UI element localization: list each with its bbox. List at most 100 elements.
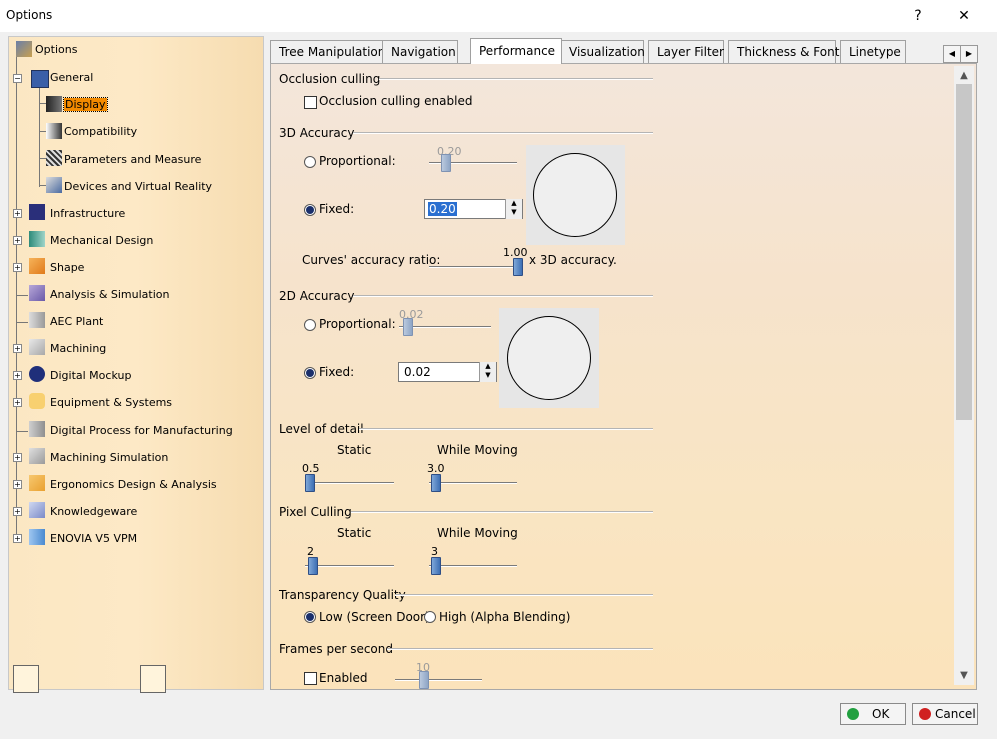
tree-item-compatibility[interactable]: Compatibility: [64, 125, 137, 138]
spinner-2d-fixed[interactable]: ▲ ▼: [479, 362, 496, 382]
label-curves-suffix: x 3D accuracy.: [529, 253, 617, 267]
tree-item-msim[interactable]: Machining Simulation: [50, 451, 168, 464]
slider-2d-proportional[interactable]: [403, 318, 413, 336]
group-2d-accuracy-title: 2D Accuracy: [279, 289, 355, 303]
options-tree-icon: [16, 41, 32, 57]
scroll-up-icon[interactable]: ▲: [954, 68, 974, 84]
tree-item-general[interactable]: General: [50, 71, 93, 84]
tree-item-parameters[interactable]: Parameters and Measure: [64, 153, 201, 166]
tree-item-options[interactable]: Options: [35, 43, 77, 56]
tree-item-knowledge[interactable]: Knowledgeware: [50, 505, 137, 518]
slider-curves-ratio[interactable]: [513, 258, 523, 276]
tree-item-process[interactable]: Digital Process for Manufacturing: [50, 424, 233, 437]
radio-2d-fixed[interactable]: [304, 367, 316, 379]
display-icon: [46, 96, 62, 112]
tab-navigation[interactable]: Navigation: [382, 40, 458, 63]
tree-item-equipment[interactable]: Equipment & Systems: [50, 396, 172, 409]
tree-item-enovia[interactable]: ENOVIA V5 VPM: [50, 532, 137, 545]
collapse-toggle-general[interactable]: −: [13, 74, 22, 83]
expand-toggle-mechanical[interactable]: +: [13, 236, 22, 245]
ok-button[interactable]: OK: [840, 703, 906, 725]
ok-check-icon: [847, 708, 859, 720]
slider-lod-moving[interactable]: [431, 474, 441, 492]
radio-3d-proportional[interactable]: [304, 156, 316, 168]
pixel-moving-label: While Moving: [437, 526, 518, 540]
group-pixel-title: Pixel Culling: [279, 505, 352, 519]
tab-layer-filter[interactable]: Layer Filter: [648, 40, 724, 63]
tab-scroll-right-icon[interactable]: ▶: [960, 45, 978, 63]
tree-item-analysis[interactable]: Analysis & Simulation: [50, 288, 170, 301]
slider-lod-static[interactable]: [305, 474, 315, 492]
close-button[interactable]: ✕: [944, 5, 984, 27]
tree-item-mockup[interactable]: Digital Mockup: [50, 369, 131, 382]
spinner-3d-fixed[interactable]: ▲ ▼: [505, 199, 522, 219]
input-3d-fixed[interactable]: 0.20 ▲ ▼: [424, 199, 523, 219]
tab-tree-manipulation[interactable]: Tree Manipulation: [270, 40, 385, 63]
tab-scroll-left-icon[interactable]: ◀: [943, 45, 961, 63]
panel-scroll-thumb[interactable]: [956, 84, 972, 420]
slider-fps[interactable]: [419, 671, 429, 689]
group-divider: [359, 428, 653, 430]
expand-toggle-shape[interactable]: +: [13, 263, 22, 272]
spin-down-icon[interactable]: ▼: [506, 208, 522, 217]
spin-down-icon[interactable]: ▼: [480, 371, 496, 380]
window-title: Options: [6, 8, 53, 22]
expand-toggle-mockup[interactable]: +: [13, 371, 22, 380]
radio-2d-proportional[interactable]: [304, 319, 316, 331]
occlusion-checkbox[interactable]: [304, 96, 317, 109]
cancel-x-icon: [919, 708, 931, 720]
preview-3d-circle: [533, 153, 617, 237]
slider-3d-proportional[interactable]: [441, 154, 451, 172]
tree-item-devices[interactable]: Devices and Virtual Reality: [64, 180, 212, 193]
expand-toggle-infrastructure[interactable]: +: [13, 209, 22, 218]
ergonomics-icon: [29, 475, 45, 491]
tab-performance[interactable]: Performance: [470, 38, 562, 64]
spin-up-icon[interactable]: ▲: [480, 362, 496, 371]
tree-item-mechanical[interactable]: Mechanical Design: [50, 234, 153, 247]
group-lod-title: Level of detail: [279, 422, 364, 436]
performance-panel: Occlusion culling Occlusion culling enab…: [270, 63, 977, 690]
cancel-button[interactable]: Cancel: [912, 703, 978, 725]
expand-toggle-msim[interactable]: +: [13, 453, 22, 462]
group-3d-accuracy-title: 3D Accuracy: [279, 126, 355, 140]
title-bar: Options ? ✕: [0, 0, 997, 33]
radio-transparency-high[interactable]: [424, 611, 436, 623]
scroll-down-icon[interactable]: ▼: [954, 668, 974, 684]
slider-pixel-moving[interactable]: [431, 557, 441, 575]
tree-item-display[interactable]: Display: [63, 97, 108, 112]
options-tree[interactable]: Options − General Display Compatibility …: [8, 36, 264, 693]
pixel-static-label: Static: [337, 526, 372, 540]
tab-scroll: ◀ ▶: [943, 45, 978, 63]
tree-connector: [16, 322, 28, 323]
input-2d-fixed[interactable]: 0.02 ▲ ▼: [398, 362, 497, 382]
equipment-icon: [29, 393, 45, 409]
slider-pixel-static[interactable]: [308, 557, 318, 575]
spin-up-icon[interactable]: ▲: [506, 199, 522, 208]
tab-linetype[interactable]: Linetype: [840, 40, 906, 63]
tree-item-infrastructure[interactable]: Infrastructure: [50, 207, 125, 220]
radio-transparency-low[interactable]: [304, 611, 316, 623]
parameters-icon: [46, 150, 62, 166]
reset-options-icon[interactable]: [13, 665, 39, 693]
help-button[interactable]: ?: [898, 5, 938, 27]
tree-item-aec[interactable]: AEC Plant: [50, 315, 103, 328]
tree-item-ergonomics[interactable]: Ergonomics Design & Analysis: [50, 478, 217, 491]
lod-static-label: Static: [337, 443, 372, 457]
tree-guide: [16, 55, 17, 541]
expand-toggle-enovia[interactable]: +: [13, 534, 22, 543]
tree-item-machining[interactable]: Machining: [50, 342, 106, 355]
occlusion-label: Occlusion culling enabled: [319, 94, 473, 108]
tab-thickness-font[interactable]: Thickness & Font: [728, 40, 839, 63]
fps-enabled-checkbox[interactable]: [304, 672, 317, 685]
expand-toggle-equipment[interactable]: +: [13, 398, 22, 407]
dump-parameters-icon[interactable]: [140, 665, 166, 693]
expand-toggle-knowledge[interactable]: +: [13, 507, 22, 516]
tree-connector: [16, 295, 28, 296]
expand-toggle-machining[interactable]: +: [13, 344, 22, 353]
tree-item-shape[interactable]: Shape: [50, 261, 84, 274]
expand-toggle-ergonomics[interactable]: +: [13, 480, 22, 489]
radio-3d-fixed[interactable]: [304, 204, 316, 216]
digital-mockup-icon: [29, 366, 45, 382]
tab-visualization[interactable]: Visualization: [560, 40, 645, 63]
lod-moving-label: While Moving: [437, 443, 518, 457]
